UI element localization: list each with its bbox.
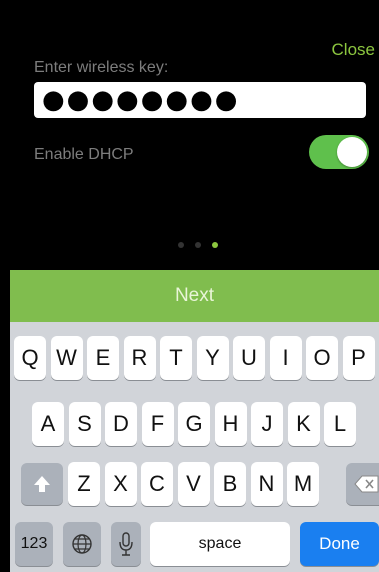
key-p[interactable]: P [342, 336, 375, 380]
globe-icon [72, 534, 92, 554]
shift-arrow-icon [34, 476, 50, 492]
page-dot-active [212, 242, 218, 248]
key-s[interactable]: S [68, 402, 101, 446]
key-z[interactable]: Z [68, 462, 100, 506]
key-u[interactable]: U [233, 336, 265, 380]
key-o[interactable]: O [306, 336, 338, 380]
mic-key[interactable] [111, 522, 141, 566]
key-e[interactable]: E [87, 336, 119, 380]
page-indicator [178, 242, 218, 248]
key-i[interactable]: I [269, 336, 302, 380]
microphone-icon [119, 532, 133, 556]
wireless-key-label: Enter wireless key: [34, 59, 169, 76]
key-c[interactable]: C [141, 462, 173, 506]
key-v[interactable]: V [177, 462, 210, 506]
key-w[interactable]: W [50, 336, 83, 380]
next-button[interactable]: Next [10, 270, 379, 322]
numbers-key[interactable]: 123 [15, 522, 53, 566]
done-key[interactable]: Done [300, 522, 379, 566]
page-dot [195, 242, 201, 248]
key-l[interactable]: L [324, 402, 356, 446]
key-f[interactable]: F [141, 402, 174, 446]
key-d[interactable]: D [105, 402, 137, 446]
key-r[interactable]: R [123, 336, 156, 380]
key-y[interactable]: Y [196, 336, 229, 380]
wireless-key-input[interactable]: ●●●●●●●● [34, 82, 366, 118]
dhcp-label: Enable DHCP [34, 146, 134, 163]
key-q[interactable]: Q [14, 336, 46, 380]
space-key[interactable]: space [150, 522, 290, 566]
key-k[interactable]: K [287, 402, 320, 446]
keyboard: 123 space Done QWERTYUIOP ASDFGHJKL ZXCVBN… [10, 322, 379, 572]
globe-key[interactable] [63, 522, 101, 566]
key-a[interactable]: A [32, 402, 64, 446]
dhcp-toggle[interactable] [309, 135, 369, 169]
backspace-icon [354, 475, 379, 493]
key-n[interactable]: N [250, 462, 283, 506]
key-m[interactable]: M [287, 462, 319, 506]
page-dot [178, 242, 184, 248]
key-x[interactable]: X [104, 462, 137, 506]
close-button[interactable]: Close [332, 40, 375, 60]
delete-key[interactable] [346, 463, 379, 505]
toggle-knob [337, 137, 367, 167]
key-j[interactable]: J [251, 402, 283, 446]
setup-panel: Close Enter wireless key: ●●●●●●●● Enabl… [10, 10, 379, 270]
key-g[interactable]: G [178, 402, 210, 446]
key-b[interactable]: B [214, 462, 246, 506]
shift-key[interactable] [21, 463, 63, 505]
key-h[interactable]: H [214, 402, 247, 446]
key-t[interactable]: T [160, 336, 192, 380]
